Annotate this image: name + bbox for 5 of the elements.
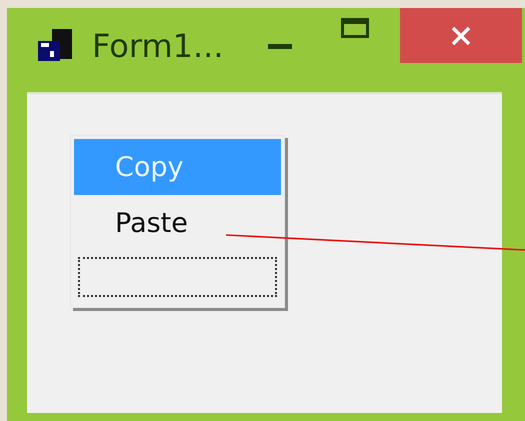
close-icon [451,26,471,46]
menu-item[interactable]: Paste [74,195,281,251]
maximize-icon [341,18,369,38]
minimize-icon [268,44,292,50]
window-title: Form1... [92,26,224,67]
